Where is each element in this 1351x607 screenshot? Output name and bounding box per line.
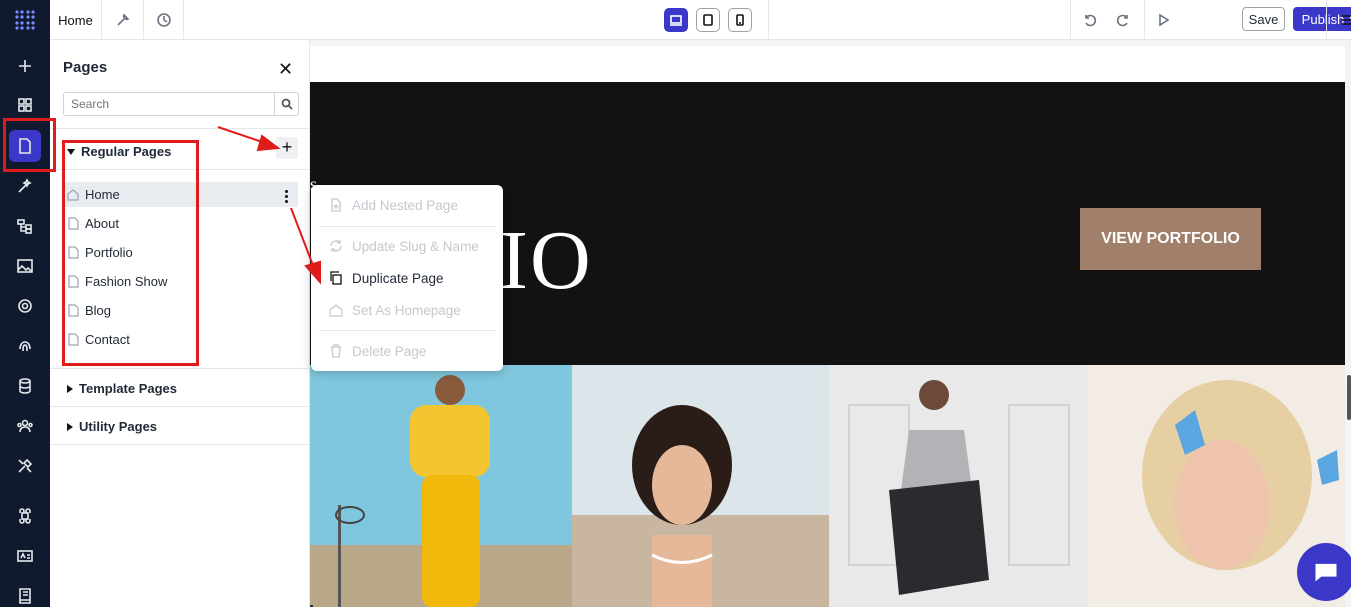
hero-heading: IO	[500, 214, 593, 307]
menu-label: Set As Homepage	[352, 302, 461, 318]
id-card-icon[interactable]	[9, 540, 41, 572]
portfolio-image	[829, 365, 1087, 607]
book-icon[interactable]	[9, 580, 41, 607]
laptop-icon[interactable]	[664, 8, 688, 32]
scroll-thumb[interactable]	[1347, 375, 1351, 420]
wrench-icon[interactable]	[102, 0, 144, 40]
save-button[interactable]: Save	[1242, 7, 1285, 31]
image-icon[interactable]	[9, 250, 41, 282]
logo-icon[interactable]	[12, 7, 38, 33]
top-bar: Home Save Publish	[50, 0, 1351, 40]
menu-label: Update Slug & Name	[352, 238, 479, 254]
more-options-icon[interactable]	[276, 186, 296, 206]
menu-update-slug[interactable]: Update Slug & Name	[311, 231, 503, 261]
magic-icon[interactable]	[9, 170, 41, 202]
tree-icon[interactable]	[9, 210, 41, 242]
view-portfolio-button[interactable]: VIEW PORTFOLIO	[1080, 208, 1261, 270]
scrollbar[interactable]	[1345, 40, 1351, 607]
search-box	[63, 92, 299, 116]
tablet-icon[interactable]	[696, 8, 720, 32]
history-icon[interactable]	[144, 0, 184, 40]
home-icon	[329, 304, 343, 317]
panel-title: Pages	[63, 59, 108, 76]
menu-icon[interactable]	[1337, 10, 1351, 30]
redo-icon[interactable]	[1113, 10, 1133, 30]
section-label: Utility Pages	[79, 419, 158, 434]
page-context-menu: Add Nested Page Update Slug & Name Dupli…	[311, 185, 503, 371]
play-icon[interactable]	[1153, 10, 1173, 30]
section-utility-pages[interactable]: Utility Pages	[67, 419, 157, 434]
annotation-box-pages-icon	[3, 118, 56, 172]
tab-home[interactable]: Home	[50, 0, 102, 40]
menu-label: Delete Page	[352, 343, 427, 359]
menu-delete-page[interactable]: Delete Page	[311, 336, 503, 366]
search-icon[interactable]	[274, 93, 298, 115]
left-rail	[0, 0, 50, 607]
undo-icon[interactable]	[1080, 10, 1100, 30]
chat-icon[interactable]	[1297, 543, 1351, 601]
portfolio-image	[310, 365, 572, 607]
section-template-pages[interactable]: Template Pages	[67, 381, 177, 396]
add-icon[interactable]	[9, 50, 41, 82]
phone-icon[interactable]	[728, 8, 752, 32]
app-root: Home Save Publish Pages ✕ Regular Pages	[0, 0, 1351, 607]
search-input[interactable]	[64, 93, 276, 115]
section-label: Template Pages	[79, 381, 178, 396]
refresh-icon	[330, 240, 342, 252]
menu-add-nested-page[interactable]: Add Nested Page	[311, 190, 503, 220]
menu-duplicate-page[interactable]: Duplicate Page	[311, 263, 503, 293]
fingerprint-icon[interactable]	[9, 330, 41, 362]
settings-icon[interactable]	[9, 290, 41, 322]
annotation-box-regular-pages	[62, 140, 199, 366]
users-icon[interactable]	[9, 410, 41, 442]
add-file-icon	[331, 198, 341, 212]
tools-icon[interactable]	[9, 450, 41, 482]
menu-label: Duplicate Page	[352, 270, 444, 286]
add-page-button[interactable]: +	[276, 137, 298, 159]
widgets-icon[interactable]	[9, 89, 41, 121]
trash-icon	[331, 344, 341, 358]
menu-set-homepage[interactable]: Set As Homepage	[311, 295, 503, 325]
menu-label: Add Nested Page	[352, 197, 458, 213]
database-icon[interactable]	[9, 370, 41, 402]
close-icon[interactable]: ✕	[278, 59, 293, 80]
copy-icon	[330, 271, 342, 285]
caret-right-icon	[67, 422, 73, 431]
portfolio-image	[572, 365, 829, 607]
caret-right-icon	[67, 384, 73, 393]
command-icon[interactable]	[9, 500, 41, 532]
